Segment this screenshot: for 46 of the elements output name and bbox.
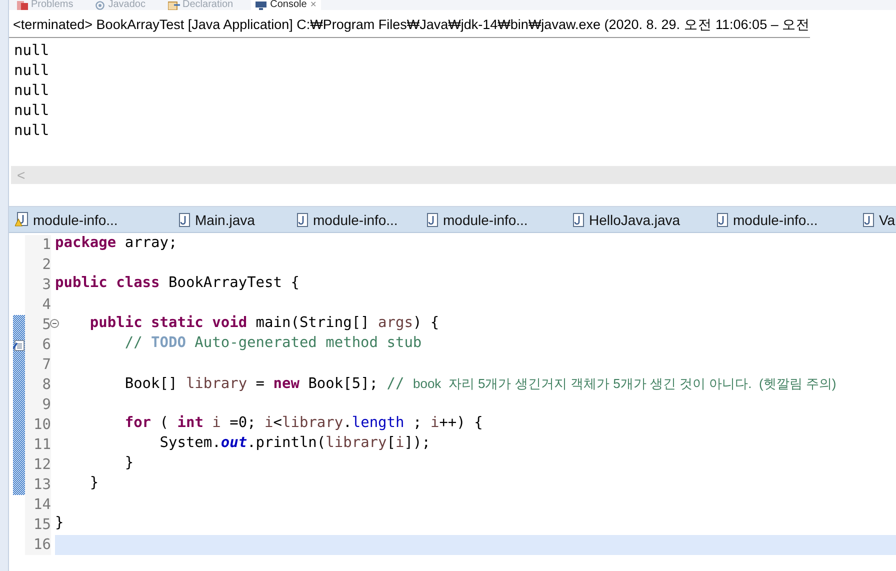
line-number: 9: [42, 397, 51, 413]
line-number: 10: [34, 417, 51, 433]
line-number: 15: [34, 517, 51, 533]
problems-icon: [17, 0, 28, 10]
task-icon[interactable]: [13, 340, 25, 351]
console-output-line: null: [14, 81, 50, 101]
editor-tab[interactable]: module-info...: [291, 207, 421, 232]
line-number: 12: [34, 457, 51, 473]
line-number: 16: [34, 537, 51, 553]
editor-tab[interactable]: Va: [857, 207, 896, 232]
code-line: Book[] library = new Book[5]; // book 자리 5개가 생긴거지 객체가 5개가 생긴 것이 아니다. (헷깔림 주의): [124, 375, 838, 394]
console-header: <terminated> BookArrayTest [Java Application] C:₩Program Files₩Java₩jdk-14₩bin₩javaw.exe (2020. 8. 29. 오전 11:06:05 – 오전: [9, 12, 810, 38]
line-number: 1: [42, 237, 51, 253]
line-number: 5: [42, 317, 51, 333]
code-line: public class BookArrayTest {: [55, 275, 300, 293]
code-line: // TODO Auto-generated method stub: [124, 335, 423, 353]
editor-tab[interactable]: module-info...: [421, 207, 567, 232]
console-output-line: null: [14, 41, 50, 61]
line-number: 8: [42, 377, 51, 393]
line-number: 11: [34, 437, 51, 453]
line-number: 13: [34, 477, 51, 493]
editor-tab[interactable]: Main.java: [173, 207, 291, 232]
line-number: 3: [42, 277, 51, 293]
code-line: }: [88, 475, 100, 493]
console-output-line: null: [14, 121, 50, 141]
code-line: package array;: [55, 235, 178, 253]
editor-tab[interactable]: module-info...: [711, 207, 857, 232]
editor-tab[interactable]: module-info...: [9, 207, 173, 232]
code-line: }: [124, 455, 135, 473]
code-line: System.out.println(library[i]);: [158, 435, 432, 453]
console-output-line: null: [14, 101, 50, 121]
editor-tab[interactable]: HelloJava.java: [567, 207, 711, 232]
code-line: public static void main(String[] args) {: [88, 315, 440, 333]
view-tab[interactable]: Console ✕: [251, 0, 321, 10]
line-number: 7: [42, 357, 51, 373]
line-number: 2: [42, 257, 51, 273]
line-number: 6: [42, 337, 51, 353]
monitor-icon: [255, 0, 268, 10]
close-icon[interactable]: ✕: [310, 0, 317, 10]
line-number: 4: [42, 297, 51, 313]
code-line: }: [55, 515, 65, 533]
line-number: 14: [34, 497, 51, 513]
collapse-icon[interactable]: [50, 319, 59, 328]
declaration-icon: [168, 0, 180, 10]
code-line: for ( int i =0; i<library.length ; i++) {: [124, 415, 484, 433]
console-output-line: null: [14, 61, 50, 81]
